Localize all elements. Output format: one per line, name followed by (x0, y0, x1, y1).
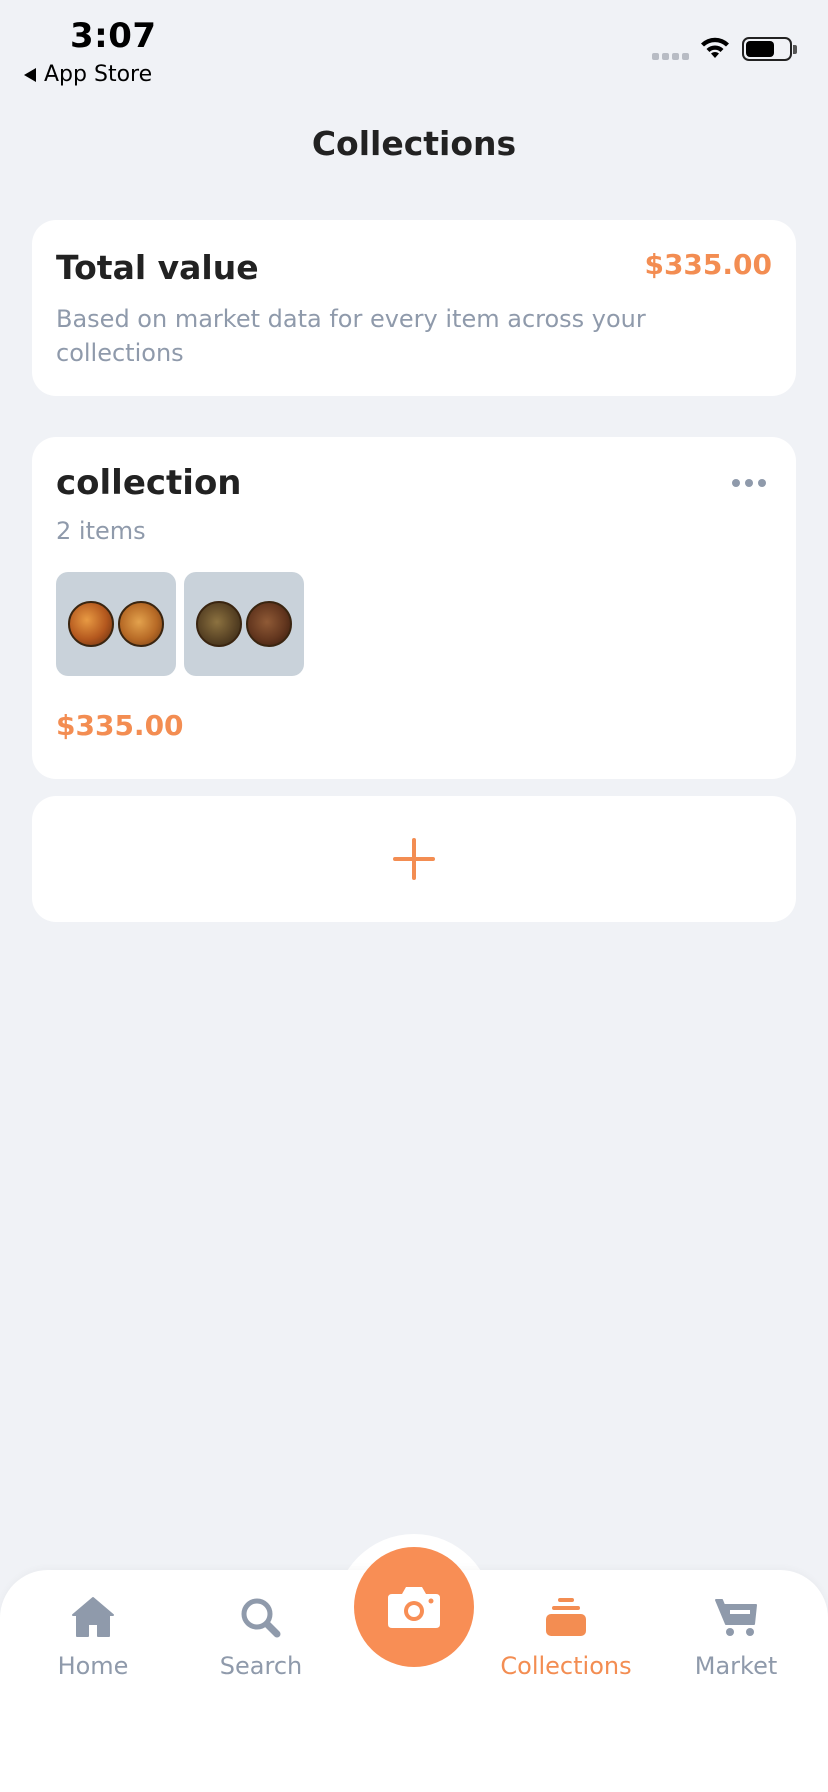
tab-search[interactable]: Search (186, 1596, 336, 1680)
plus-icon (393, 838, 435, 880)
back-triangle-icon (24, 67, 36, 82)
coin-reverse-image (118, 601, 164, 647)
wifi-icon (701, 37, 729, 58)
collection-name: collection (56, 463, 242, 503)
camera-button[interactable] (354, 1547, 474, 1667)
page-title: Collections (311, 124, 517, 163)
camera-icon (388, 1587, 440, 1628)
cart-icon (715, 1599, 757, 1636)
collection-value: $335.00 (56, 709, 184, 742)
tab-search-label: Search (219, 1652, 303, 1680)
search-icon (241, 1598, 281, 1638)
back-to-app-store[interactable]: App Store (24, 62, 152, 87)
cellular-signal-icon (652, 53, 689, 60)
item-thumbnail[interactable] (56, 572, 176, 676)
collection-thumbnails (56, 572, 304, 676)
home-icon (72, 1597, 114, 1637)
status-time: 3:07 (70, 16, 157, 56)
collections-icon (546, 1598, 586, 1636)
total-value-amount: $335.00 (644, 248, 772, 281)
total-value-card: Total value $335.00 Based on market data… (32, 220, 796, 396)
total-value-title: Total value (56, 248, 259, 287)
tab-collections-label: Collections (500, 1652, 632, 1680)
tab-home[interactable]: Home (18, 1596, 168, 1680)
add-collection-button[interactable] (32, 796, 796, 922)
coin-obverse-image (68, 601, 114, 647)
collection-item-count: 2 items (56, 517, 146, 545)
tab-collections[interactable]: Collections (491, 1596, 641, 1680)
tab-market-label: Market (694, 1652, 778, 1680)
tab-market[interactable]: Market (661, 1596, 811, 1680)
collection-card[interactable]: collection 2 items $335.00 (32, 437, 796, 779)
coin-obverse-image (196, 601, 242, 647)
status-bar: 3:07 App Store (0, 0, 828, 96)
item-thumbnail[interactable] (184, 572, 304, 676)
tab-home-label: Home (57, 1652, 129, 1680)
total-value-description: Based on market data for every item acro… (56, 305, 646, 367)
more-options-icon[interactable] (732, 479, 766, 487)
coin-reverse-image (246, 601, 292, 647)
battery-icon (742, 37, 797, 61)
back-app-label: App Store (44, 62, 153, 87)
